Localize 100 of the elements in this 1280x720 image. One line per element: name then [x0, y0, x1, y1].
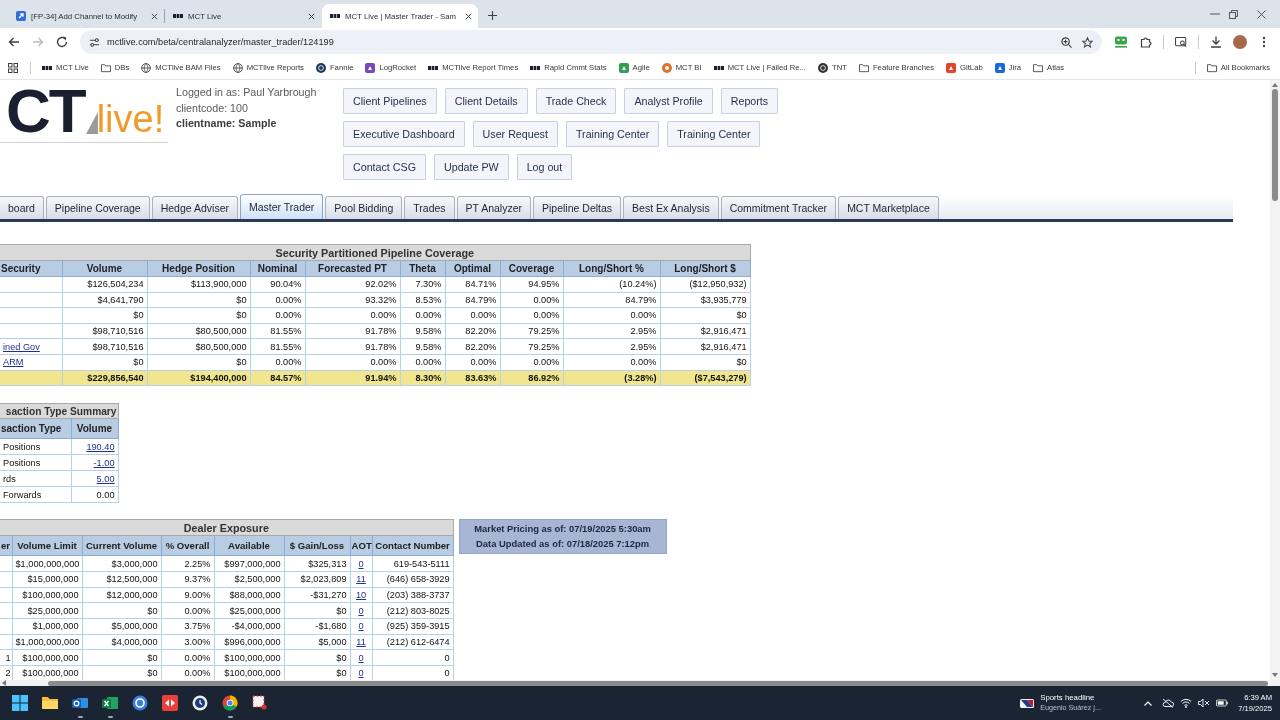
menu-button[interactable]: Training Center	[565, 121, 660, 147]
table-link[interactable]: 11	[356, 574, 366, 585]
scroll-down-icon[interactable]	[1272, 673, 1278, 677]
info-text: Data Updated as of: 07/18/2025 7:12pm	[475, 538, 651, 551]
snipping-tool-icon[interactable]	[252, 695, 268, 711]
close-icon[interactable]	[308, 12, 315, 20]
address-bar[interactable]: mctlive.com/beta/centralanalyzer/master_trader/124199	[80, 30, 1102, 54]
windows-start-icon[interactable]	[12, 695, 28, 711]
table-link[interactable]: 190.40	[86, 441, 115, 452]
table-cell: 3.00%	[161, 634, 214, 650]
restore-icon[interactable]	[1229, 9, 1238, 19]
menu-button[interactable]: Analyst Profile	[624, 88, 713, 114]
table-cell: 81.55%	[250, 323, 305, 339]
table-cell: $98,710,516	[62, 338, 147, 355]
nav-tab[interactable]: Trades	[404, 196, 455, 219]
nav-tab[interactable]: Pool Bidding	[325, 196, 403, 219]
browser-icon[interactable]	[222, 695, 238, 711]
close-icon[interactable]	[151, 12, 158, 20]
scroll-left-icon[interactable]	[2, 680, 6, 686]
table-cell: 0.00%	[400, 307, 445, 324]
table-cell: 8.53%	[400, 292, 445, 308]
table-link[interactable]: 0	[358, 621, 364, 632]
table-cell: 93.32%	[305, 292, 400, 308]
table-link[interactable]: 5.00	[96, 473, 115, 484]
nav-tab[interactable]: Hedge Adviser	[151, 196, 238, 219]
table-cell: -$31,270	[284, 587, 350, 603]
table-cell: 0.00%	[563, 354, 660, 371]
close-icon[interactable]	[1257, 9, 1266, 19]
table-link[interactable]: 11	[356, 636, 366, 647]
menu-icon[interactable]	[1262, 36, 1266, 48]
folder-icon[interactable]	[42, 695, 58, 711]
table-link[interactable]: 0	[358, 558, 364, 569]
menu-button[interactable]: Client Details	[444, 88, 528, 114]
star-icon[interactable]	[1082, 36, 1093, 48]
reload-icon[interactable]	[56, 36, 68, 48]
tab-search-icon[interactable]	[1175, 36, 1187, 48]
table-cell: 79.25%	[500, 338, 563, 355]
menu-button[interactable]: Reports	[720, 88, 779, 114]
close-icon[interactable]	[465, 12, 472, 20]
nav-tab[interactable]: Commitment Tracker	[720, 196, 837, 219]
site-info-icon[interactable]	[89, 36, 100, 48]
scroll-up-icon[interactable]	[1272, 83, 1278, 87]
nav-tab[interactable]: Pipeline Coverage	[45, 196, 150, 219]
menu-button[interactable]: Contact CSG	[343, 154, 426, 180]
table-link[interactable]: ARM	[3, 357, 24, 368]
logo-triangle-icon	[85, 112, 98, 134]
spreadsheet-app-icon[interactable]	[102, 695, 118, 711]
table-link[interactable]: 10	[355, 589, 367, 600]
puzzle-icon[interactable]	[1140, 36, 1152, 48]
menu-button[interactable]: Update PW	[433, 154, 509, 180]
menu-button[interactable]: Training Center	[667, 121, 761, 147]
table-cell: Positions	[0, 438, 71, 455]
new-tab-icon[interactable]	[488, 11, 497, 20]
disc-app-icon[interactable]	[132, 695, 148, 711]
cloud-off-icon[interactable]	[1162, 698, 1175, 708]
scrollbar-thumb[interactable]	[1272, 89, 1278, 201]
folder-icon	[1033, 62, 1044, 73]
nav-tab[interactable]: MCT Marketplace	[838, 196, 939, 219]
arrows-app-icon[interactable]	[162, 695, 178, 711]
download-icon[interactable]	[1210, 36, 1222, 48]
menu-button[interactable]: Log out	[516, 154, 573, 180]
mail-app-icon[interactable]	[72, 695, 88, 711]
apps-grid-icon[interactable]	[8, 62, 18, 73]
table-cell: 9.58%	[400, 323, 445, 339]
extension-icon[interactable]	[1114, 36, 1128, 48]
chevron-up-icon[interactable]	[1144, 700, 1153, 706]
table-cell: (212) 803-8025	[372, 602, 454, 619]
table-cell: Forwards	[0, 486, 71, 503]
menu-button[interactable]: User Request	[472, 121, 558, 147]
table-cell: $25,000,000	[12, 602, 82, 619]
table-cell: $0	[147, 354, 250, 371]
zoom-icon[interactable]	[1061, 36, 1072, 48]
back-icon[interactable]	[8, 36, 20, 48]
table-cell: (925) 359-3915	[372, 618, 454, 635]
news-icon[interactable]	[1020, 698, 1035, 708]
menu-button[interactable]: Executive Dashboard	[343, 121, 465, 147]
table-cell: $0	[147, 307, 250, 324]
menu-button[interactable]: Client Pipelines	[343, 88, 437, 114]
clock-app-icon[interactable]	[192, 695, 208, 711]
wifi-icon[interactable]	[1180, 698, 1193, 708]
table-link[interactable]: 0	[358, 668, 364, 679]
battery-icon[interactable]	[1216, 698, 1229, 708]
user-info-text: Logged in as: Paul Yarbrough	[176, 85, 318, 100]
nav-tab[interactable]: PT Analyzer	[456, 196, 531, 219]
menu-button[interactable]: Trade Check	[535, 88, 617, 114]
speaker-icon[interactable]	[1198, 698, 1211, 708]
nav-tab[interactable]: Best Ex Analysis	[623, 196, 719, 219]
table-cell: $3,935,779	[660, 292, 751, 308]
table-link[interactable]: ined Gov	[3, 341, 40, 352]
table-cell: $0	[62, 354, 147, 371]
table-cell: 2.95%	[563, 338, 660, 355]
nav-tab[interactable]: board	[0, 196, 44, 219]
avatar-icon[interactable]	[1233, 35, 1247, 49]
nav-tab[interactable]: Pipeline Deltas	[533, 196, 622, 219]
table-link[interactable]: 0	[358, 605, 364, 616]
table-link[interactable]: -1.00	[93, 457, 115, 468]
table-link[interactable]: 0	[358, 652, 364, 663]
table-cell: 94.95%	[500, 276, 563, 293]
globe-icon	[232, 62, 243, 73]
nav-tab[interactable]: Master Trader	[239, 194, 324, 219]
